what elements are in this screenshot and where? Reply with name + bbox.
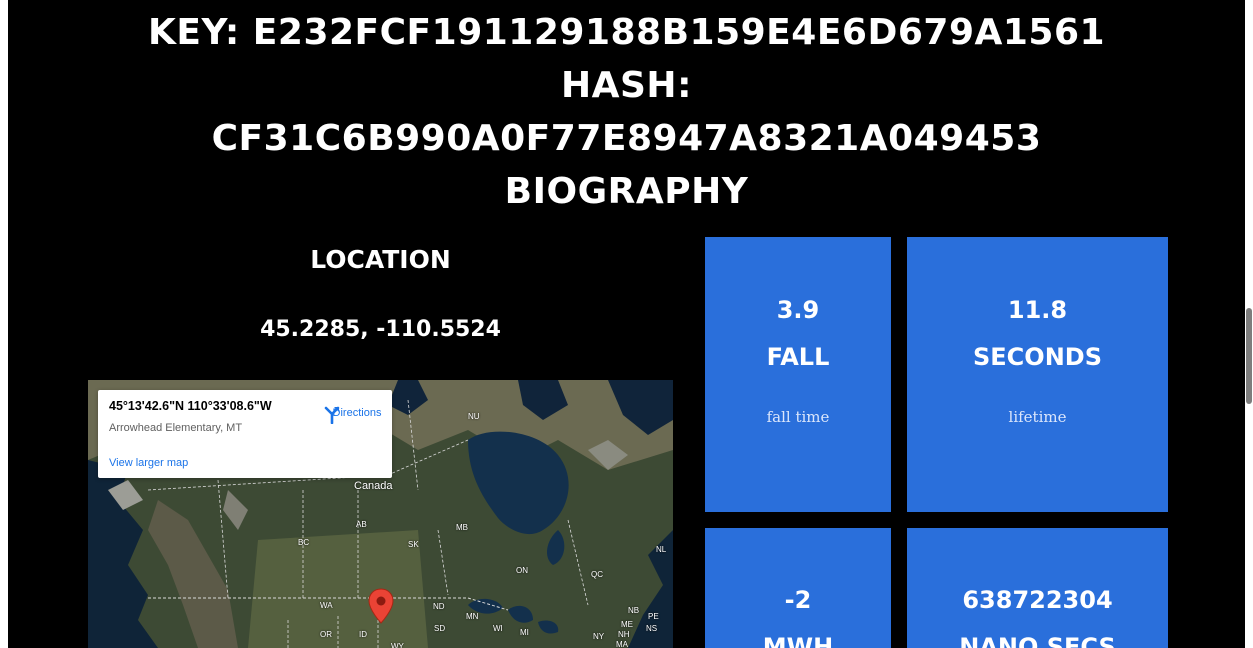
stat-tile-nanosecs: 638722304 NANO SECS bbox=[907, 528, 1168, 648]
embedded-map[interactable]: Canada NU AB BC SK MB ON QC NL NB PE NS … bbox=[88, 380, 673, 648]
map-label-ma: MA bbox=[616, 640, 628, 648]
stat-value: 11.8 bbox=[1007, 296, 1068, 324]
map-info-card: 45°13'42.6"N 110°33'08.6"W Arrowhead Ele… bbox=[98, 390, 392, 478]
stat-unit: MWH bbox=[762, 633, 834, 648]
stat-description: fall time bbox=[766, 408, 830, 426]
map-label-nd: ND bbox=[433, 602, 445, 611]
map-label-canada: Canada bbox=[354, 480, 393, 492]
scrollbar-thumb[interactable] bbox=[1246, 308, 1252, 404]
hash-value: CF31C6B990A0F77E8947A8321A049453 bbox=[211, 118, 1042, 159]
stat-tile-fall: 3.9 FALL fall time bbox=[705, 237, 891, 512]
section-title: BIOGRAPHY bbox=[504, 171, 749, 212]
map-label-on: ON bbox=[516, 566, 528, 575]
view-larger-map-link[interactable]: View larger map bbox=[109, 457, 188, 469]
directions-button[interactable]: Directions bbox=[322, 404, 392, 424]
map-label-nb: NB bbox=[628, 606, 640, 615]
page-background: KEY: E232FCF191129188B159E4E6D679A1561 H… bbox=[8, 0, 1245, 648]
hash-label: HASH: bbox=[561, 65, 692, 106]
map-label-ny: NY bbox=[593, 632, 605, 641]
map-label-id: ID bbox=[359, 630, 367, 639]
map-label-nh: NH bbox=[618, 630, 630, 639]
map-info-coords: 45°13'42.6"N 110°33'08.6"W bbox=[109, 399, 272, 413]
key-heading: KEY: E232FCF191129188B159E4E6D679A1561 bbox=[147, 12, 1106, 53]
map-label-ab: AB bbox=[356, 520, 367, 529]
stat-unit: FALL bbox=[766, 343, 830, 371]
stat-description: lifetime bbox=[1008, 408, 1067, 426]
map-label-mb: MB bbox=[456, 523, 468, 532]
stat-value: 3.9 bbox=[776, 296, 820, 324]
map-label-wy: WY bbox=[391, 642, 404, 648]
map-label-nu: NU bbox=[468, 412, 480, 421]
stat-unit: NANO SECS bbox=[959, 633, 1116, 648]
map-label-or: OR bbox=[320, 630, 332, 639]
map-label-mi: MI bbox=[520, 628, 529, 637]
map-label-mn: MN bbox=[466, 612, 479, 621]
map-pin-icon[interactable] bbox=[368, 588, 394, 624]
map-label-qc: QC bbox=[591, 570, 603, 579]
location-coordinates: 45.2285, -110.5524 bbox=[260, 317, 501, 342]
map-info-place: Arrowhead Elementary, MT bbox=[109, 422, 243, 434]
location-title: LOCATION bbox=[310, 245, 451, 274]
map-label-wi: WI bbox=[493, 624, 503, 633]
stat-tile-energy: -2 MWH bbox=[705, 528, 891, 648]
map-label-me: ME bbox=[621, 620, 633, 629]
page-header: KEY: E232FCF191129188B159E4E6D679A1561 H… bbox=[8, 6, 1245, 218]
stat-value: -2 bbox=[784, 586, 812, 614]
map-label-pe: PE bbox=[648, 612, 659, 621]
map-label-ns: NS bbox=[646, 624, 658, 633]
map-label-wa: WA bbox=[320, 601, 333, 610]
stat-tile-lifetime: 11.8 SECONDS lifetime bbox=[907, 237, 1168, 512]
map-label-sk: SK bbox=[408, 540, 419, 549]
map-label-sd: SD bbox=[434, 624, 446, 633]
map-label-bc: BC bbox=[298, 538, 310, 547]
stat-value: 638722304 bbox=[962, 586, 1113, 614]
stat-unit: SECONDS bbox=[973, 343, 1102, 371]
directions-icon bbox=[324, 406, 340, 424]
map-label-nl: NL bbox=[656, 545, 667, 554]
